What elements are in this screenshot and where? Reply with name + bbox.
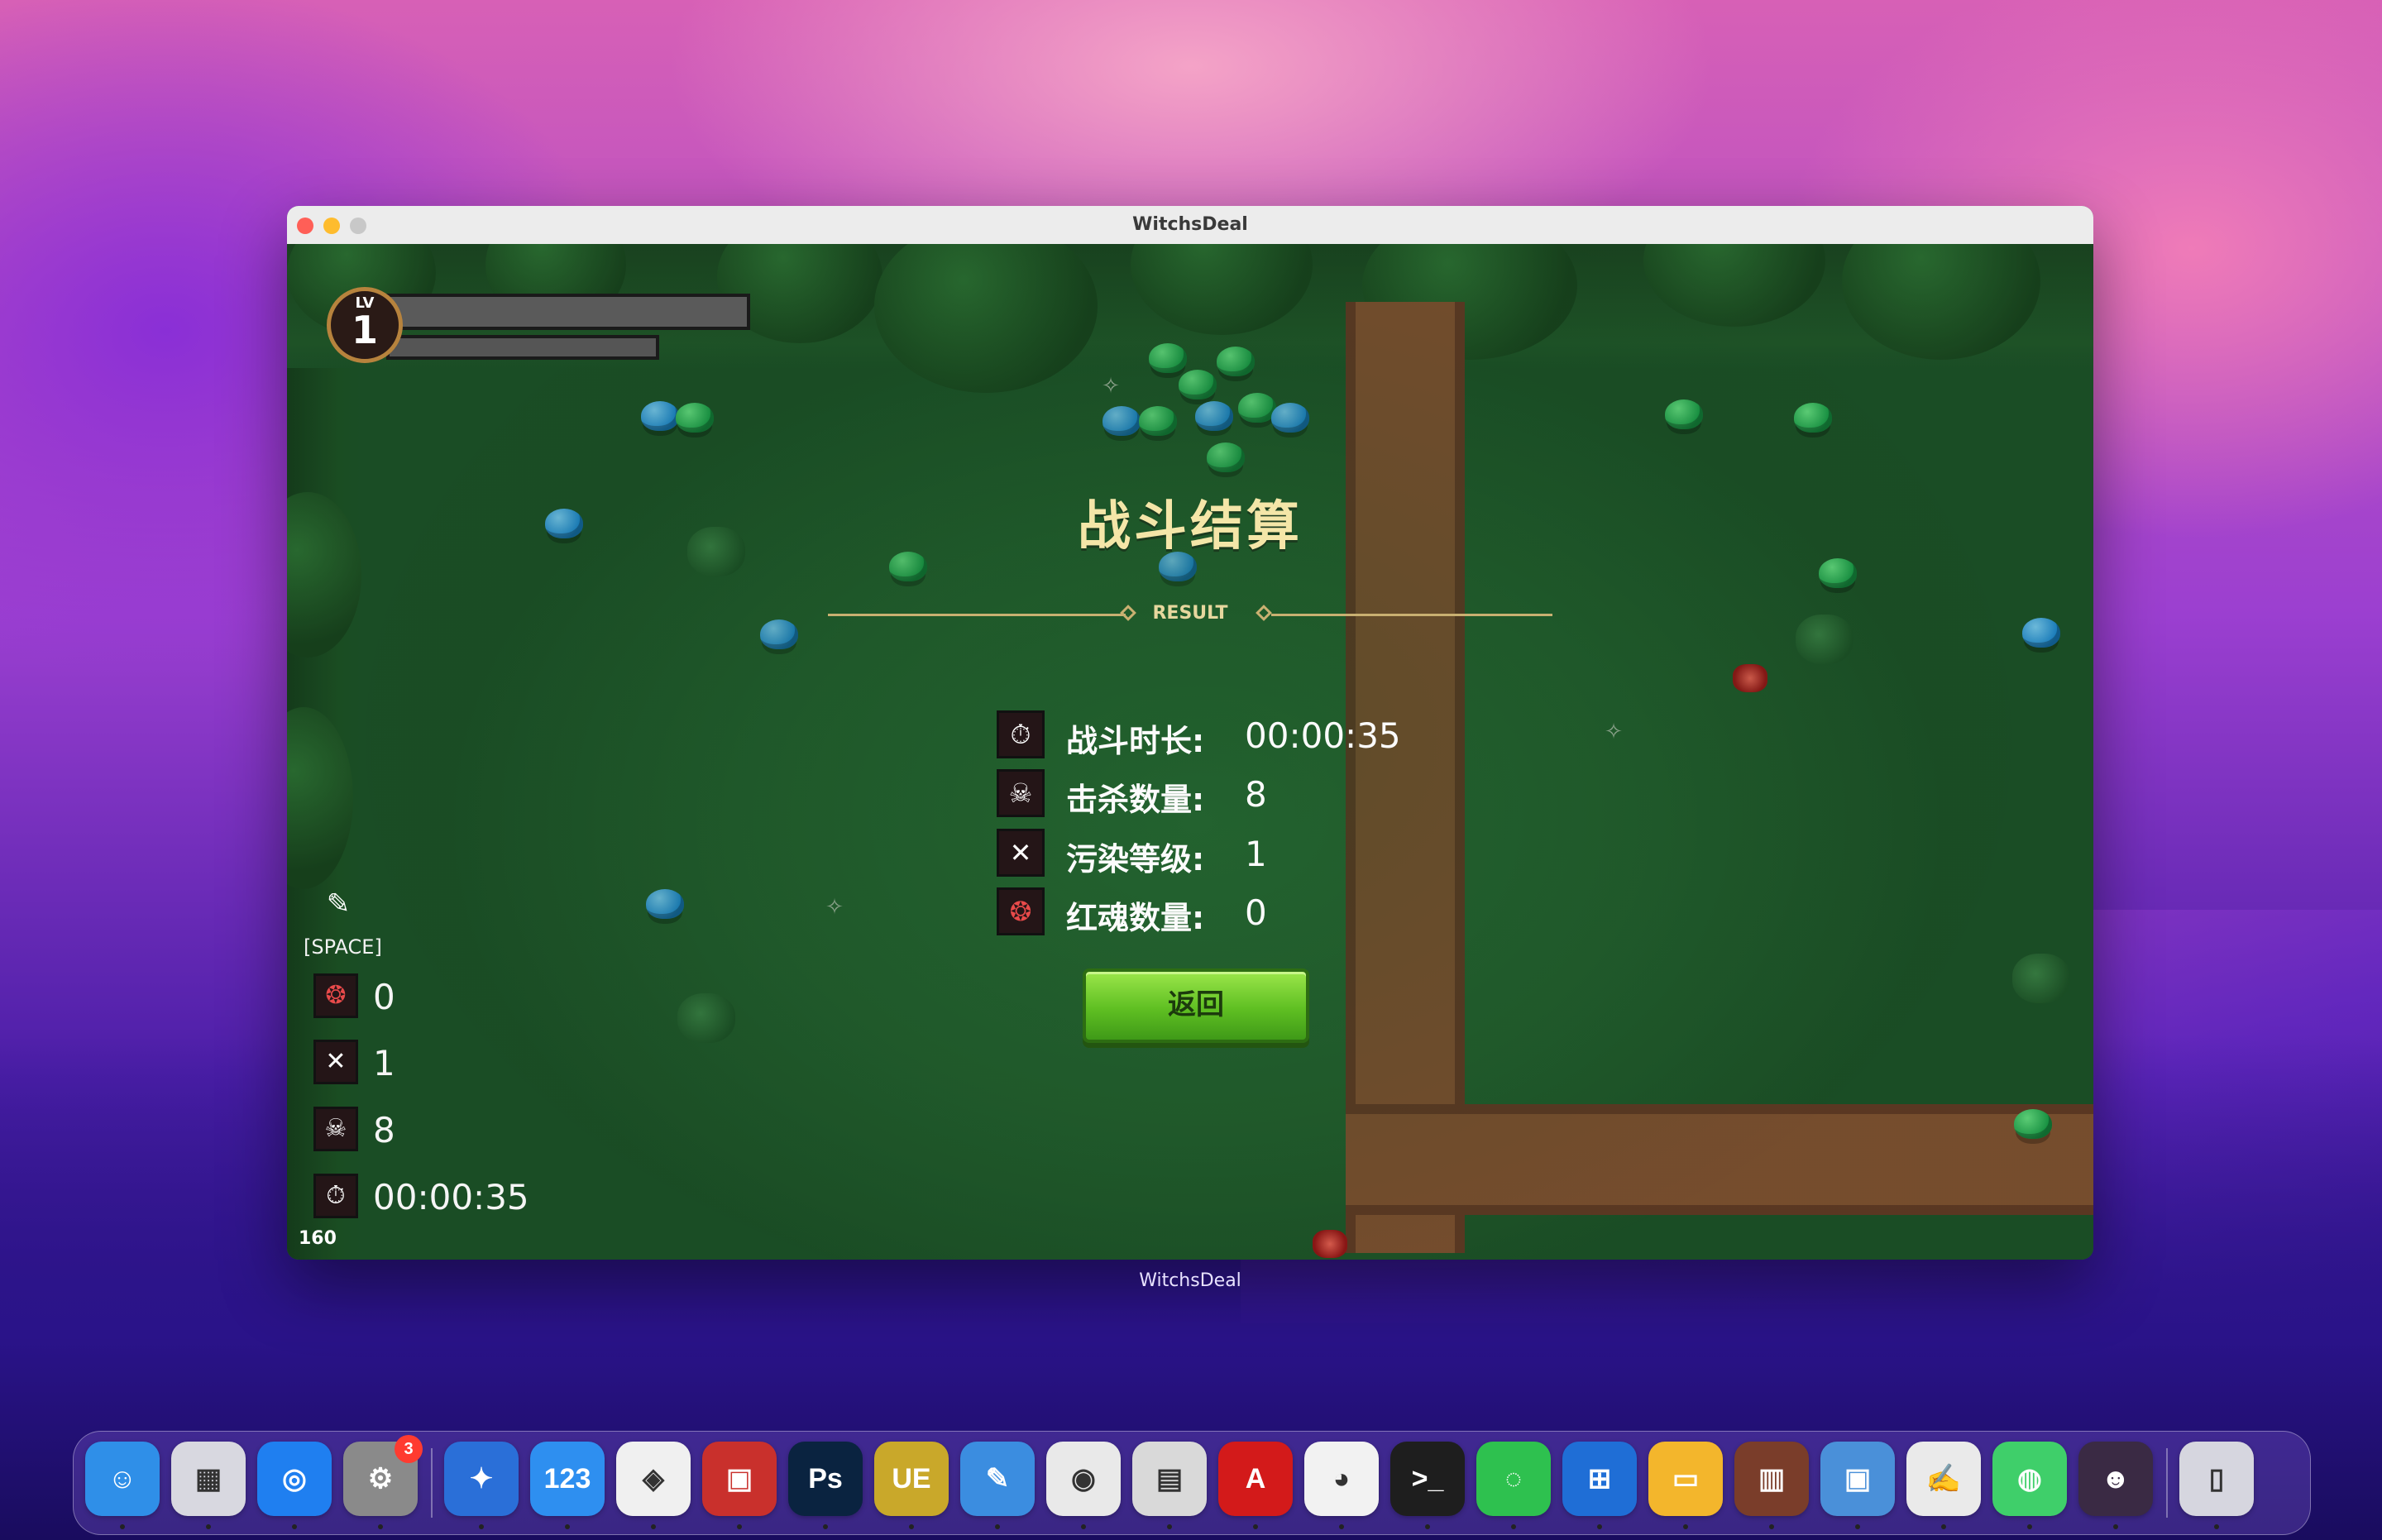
health-bar [386, 294, 750, 330]
stat-value: 0 [1245, 892, 1267, 933]
stat-row-pollution: ✕ 污染等级: 1 [997, 829, 1460, 878]
dock-trash-icon[interactable]: ▯ [2179, 1442, 2254, 1516]
dock-running-indicator [120, 1524, 125, 1529]
dock-running-indicator [909, 1524, 914, 1529]
stat-value: 1 [1245, 834, 1267, 874]
dock-separator [431, 1448, 433, 1518]
dock-running-indicator [1597, 1524, 1602, 1529]
dock-baidu-netdisk-icon[interactable]: ◈ [616, 1442, 691, 1516]
dock-running-indicator [1855, 1524, 1860, 1529]
dock-running-indicator [2113, 1524, 2118, 1529]
skull-icon: ☠ [997, 769, 1045, 817]
dock-system-preferences-icon[interactable]: ⚙ 3 [343, 1435, 423, 1516]
dock-running-indicator [292, 1524, 297, 1529]
dock-running-indicator [1769, 1524, 1774, 1529]
stat-row-red-souls: ❂ 红魂数量: 0 [997, 887, 1460, 937]
dock-unreal-engine-icon[interactable]: UE [874, 1442, 949, 1516]
stopwatch-icon: ⏱ [997, 710, 1045, 758]
game-window: WitchsDeal LV 1 ✎ [SPACE] ❂ 0 ✕ 1 ☠ 8 ⏱ … [287, 206, 2093, 1260]
dock-app-23-icon[interactable]: ◍ [1992, 1442, 2067, 1516]
stat-label: 红魂数量: [1066, 900, 1205, 936]
red-soul-icon: ❂ [313, 973, 358, 1018]
dock-folder-icon[interactable]: ▭ [1648, 1442, 1723, 1516]
dock-winrar-icon[interactable]: ▥ [1734, 1442, 1809, 1516]
dock-parallels-icon[interactable]: ▣ [702, 1442, 777, 1516]
level-value: 1 [351, 308, 378, 352]
dock-separator [2166, 1448, 2168, 1518]
dock-windows-icon[interactable]: ⊞ [1562, 1442, 1637, 1516]
stopwatch-icon: ⏱ [313, 1174, 358, 1218]
dock-chrome-icon[interactable]: ◉ [1046, 1442, 1121, 1516]
dock-running-indicator [823, 1524, 828, 1529]
dock-xcode-icon[interactable]: ✎ [960, 1442, 1035, 1516]
dock-printer-icon[interactable]: ▤ [1132, 1442, 1207, 1516]
dock-running-indicator [1081, 1524, 1086, 1529]
level-badge: LV 1 [327, 287, 403, 363]
dock-avatar-app-icon[interactable]: ☻ [2078, 1442, 2153, 1516]
stat-value: 00:00:35 [1245, 715, 1401, 756]
skull-icon: ☠ [313, 1107, 358, 1151]
dock-running-indicator [1941, 1524, 1946, 1529]
dock-running-indicator [651, 1524, 656, 1529]
stat-label: 击杀数量: [1066, 782, 1205, 818]
dock-running-indicator [737, 1524, 742, 1529]
dock-finder-icon[interactable]: ☺ [85, 1442, 160, 1516]
divider-right [1271, 614, 1552, 616]
dock-running-indicator [2027, 1524, 2032, 1529]
window-titlebar[interactable]: WitchsDeal [287, 206, 2093, 245]
window-caption: WitchsDeal [1139, 1270, 1241, 1291]
dock-running-indicator [1339, 1524, 1344, 1529]
dock-terminal-icon[interactable]: >_ [1390, 1442, 1465, 1516]
notification-badge: 3 [395, 1435, 423, 1463]
stat-row-duration: ⏱ 战斗时长: 00:00:35 [997, 710, 1460, 760]
red-soul-icon: ❂ [997, 887, 1045, 935]
dock-running-indicator [1683, 1524, 1688, 1529]
hud-pollution-value: 1 [373, 1043, 395, 1083]
stat-label: 战斗时长: [1066, 723, 1205, 759]
dock-safari-icon[interactable]: ◎ [257, 1442, 332, 1516]
dock-running-indicator [479, 1524, 484, 1529]
dock-remote-desktop-icon[interactable]: ▣ [1820, 1442, 1895, 1516]
dock-qq-icon[interactable]: ◕ [1304, 1442, 1379, 1516]
dock-running-indicator [995, 1524, 1000, 1529]
dock-running-indicator [206, 1524, 211, 1529]
dock: ☺ ▦ ◎ ⚙ 3 ✦ 123 ◈ ▣ Ps UE ✎ ◉ ▤ A ◕ >_ ◌ ⊞ ▭ ▥ ▣ ✍ ◍ ☻ ▯ [73, 1431, 2311, 1535]
skill-key-label: [SPACE] [304, 935, 382, 959]
dock-acrobat-icon[interactable]: A [1218, 1442, 1293, 1516]
dock-launchpad-icon[interactable]: ▦ [171, 1442, 246, 1516]
hud-red-souls-value: 0 [373, 977, 395, 1017]
dock-wechat-icon[interactable]: ◌ [1476, 1442, 1551, 1516]
dock-running-indicator [565, 1524, 570, 1529]
game-canvas[interactable]: ✧ ✧ ✧ LV 1 ✎ [SPACE] ❂ 0 ✕ 1 ☠ 8 ⏱ 00:00… [287, 244, 2093, 1260]
crossed-swords-icon: ✕ [997, 829, 1045, 877]
dock-app-5-icon[interactable]: ✦ [444, 1442, 519, 1516]
result-subtitle: RESULT [1152, 603, 1228, 624]
result-title: 战斗结算 [1078, 496, 1303, 557]
dock-running-indicator [1253, 1524, 1258, 1529]
experience-bar [386, 335, 659, 360]
dock-numbers-icon[interactable]: 123 [530, 1442, 605, 1516]
back-button[interactable]: 返回 [1083, 968, 1309, 1043]
stat-row-kills: ☠ 击杀数量: 8 [997, 769, 1460, 819]
dock-running-indicator [1425, 1524, 1430, 1529]
stat-label: 污染等级: [1066, 841, 1205, 878]
dock-textedit-icon[interactable]: ✍ [1906, 1442, 1981, 1516]
dock-running-indicator [2214, 1524, 2219, 1529]
hud-kills-value: 8 [373, 1110, 395, 1150]
fps-counter: 160 [299, 1228, 337, 1249]
dock-running-indicator [1167, 1524, 1172, 1529]
dock-running-indicator [1511, 1524, 1516, 1529]
window-title: WitchsDeal [1132, 214, 1248, 235]
skill-feather-icon: ✎ [326, 887, 351, 921]
stat-value: 8 [1245, 774, 1267, 815]
dock-photoshop-icon[interactable]: Ps [788, 1442, 863, 1516]
dock-running-indicator [378, 1524, 383, 1529]
crossed-swords-icon: ✕ [313, 1040, 358, 1084]
hud-time-value: 00:00:35 [373, 1177, 529, 1217]
